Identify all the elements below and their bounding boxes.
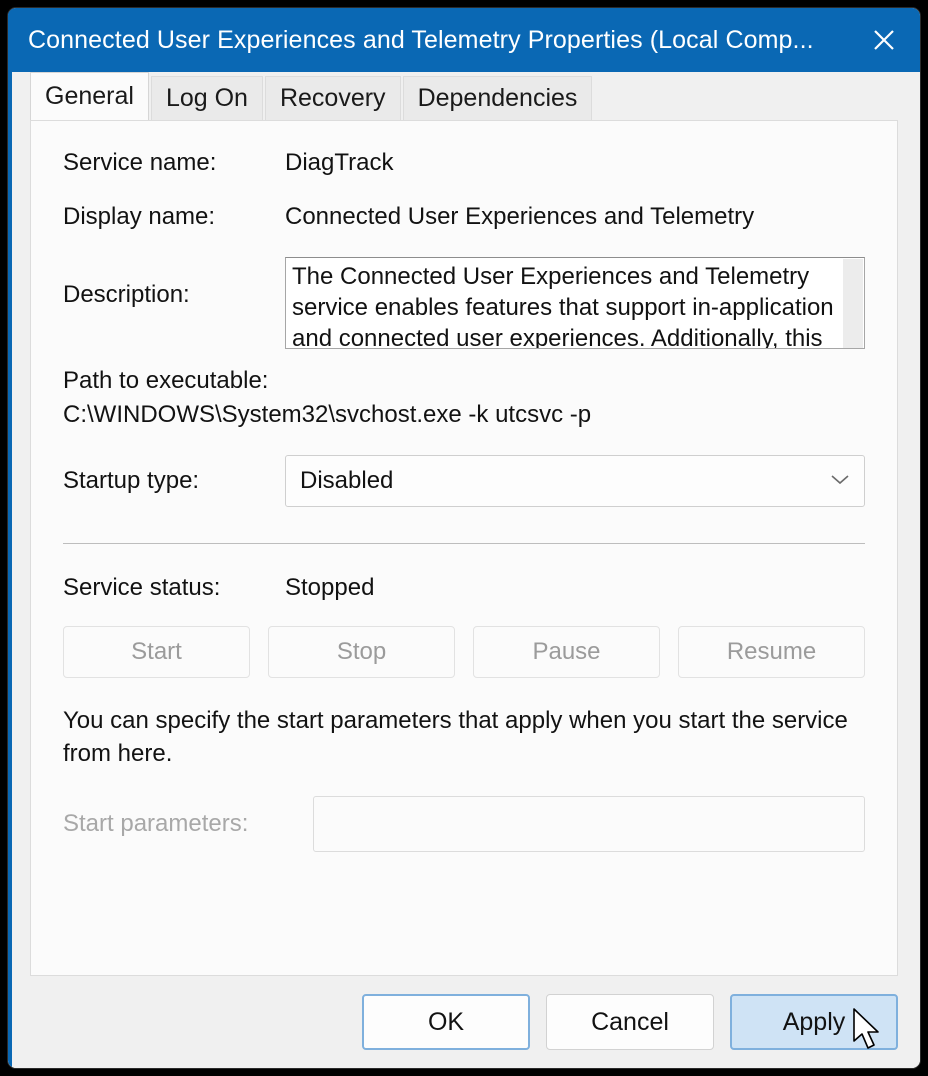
display-name-row: Display name: Connected User Experiences…: [63, 203, 865, 231]
close-button[interactable]: [848, 8, 920, 72]
startup-type-row: Startup type: Disabled: [63, 455, 865, 507]
description-label: Description:: [63, 257, 285, 309]
tab-strip: General Log On Recovery Dependencies: [8, 72, 920, 120]
chevron-down-icon: [830, 472, 850, 490]
close-icon: [869, 25, 899, 55]
service-control-buttons: Start Stop Pause Resume: [63, 626, 865, 678]
stop-button[interactable]: Stop: [268, 626, 455, 678]
startup-type-label: Startup type:: [63, 467, 285, 495]
service-name-value: DiagTrack: [285, 149, 393, 177]
service-status-label: Service status:: [63, 574, 285, 602]
tab-recovery[interactable]: Recovery: [265, 76, 401, 120]
service-name-label: Service name:: [63, 149, 285, 177]
dialog-footer: OK Cancel Apply: [8, 976, 920, 1068]
start-parameters-input[interactable]: [313, 796, 865, 852]
tab-log-on[interactable]: Log On: [151, 76, 263, 120]
display-name-value: Connected User Experiences and Telemetry: [285, 203, 754, 231]
path-to-executable-value: C:\WINDOWS\System32\svchost.exe -k utcsv…: [63, 401, 865, 429]
general-tab-panel: Service name: DiagTrack Display name: Co…: [30, 120, 898, 976]
description-text: The Connected User Experiences and Telem…: [286, 258, 864, 349]
service-status-value: Stopped: [285, 574, 374, 602]
startup-type-select[interactable]: Disabled: [285, 455, 865, 507]
display-name-label: Display name:: [63, 203, 285, 231]
service-status-row: Service status: Stopped: [63, 574, 865, 602]
start-parameters-row: Start parameters:: [63, 796, 865, 852]
path-to-executable-label: Path to executable:: [63, 367, 865, 395]
ok-button[interactable]: OK: [362, 994, 530, 1050]
apply-button[interactable]: Apply: [730, 994, 898, 1050]
resume-button[interactable]: Resume: [678, 626, 865, 678]
tab-general[interactable]: General: [30, 72, 149, 120]
section-divider: [63, 543, 865, 544]
start-button[interactable]: Start: [63, 626, 250, 678]
start-parameters-label: Start parameters:: [63, 810, 313, 838]
description-textbox[interactable]: The Connected User Experiences and Telem…: [285, 257, 865, 349]
service-name-row: Service name: DiagTrack: [63, 149, 865, 177]
tab-dependencies[interactable]: Dependencies: [403, 76, 593, 120]
pause-button[interactable]: Pause: [473, 626, 660, 678]
description-row: Description: The Connected User Experien…: [63, 257, 865, 349]
window-left-edge: [8, 8, 12, 1068]
cancel-button[interactable]: Cancel: [546, 994, 714, 1050]
description-scrollbar[interactable]: [843, 259, 863, 349]
startup-type-value: Disabled: [286, 467, 393, 495]
window-title: Connected User Experiences and Telemetry…: [8, 26, 848, 55]
start-parameters-hint: You can specify the start parameters tha…: [63, 704, 863, 770]
title-bar: Connected User Experiences and Telemetry…: [8, 8, 920, 72]
service-properties-dialog: Connected User Experiences and Telemetry…: [8, 8, 920, 1068]
